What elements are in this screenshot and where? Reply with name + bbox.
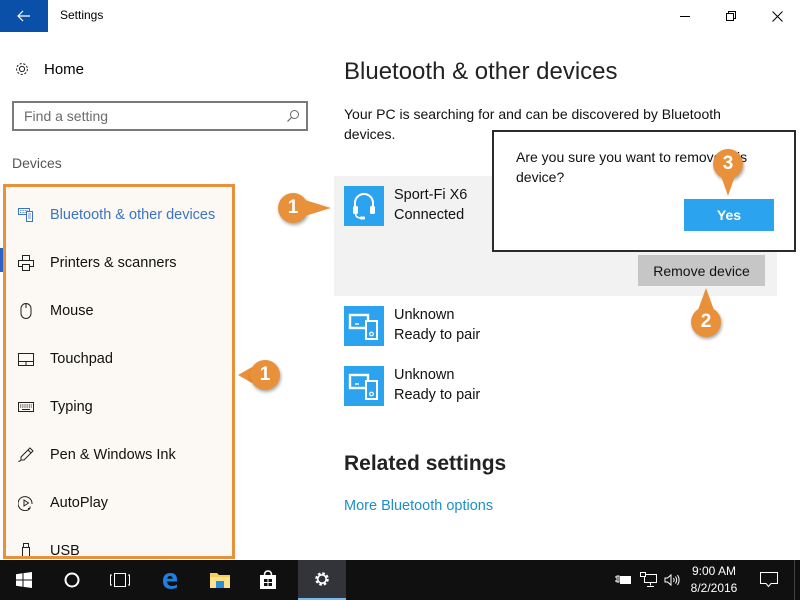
gear-icon	[16, 63, 28, 75]
minimize-button[interactable]	[662, 0, 708, 32]
sidebar-item-mouse[interactable]: Mouse	[6, 287, 232, 335]
bluetooth-devices-icon	[17, 206, 35, 224]
mouse-icon	[17, 302, 35, 320]
window-title: Settings	[60, 8, 104, 22]
store-icon	[260, 570, 276, 589]
sidebar-item-label: Printers & scanners	[50, 255, 177, 271]
device-name: Sport-Fi X6	[394, 187, 468, 203]
sidebar-item-printers[interactable]: Printers & scanners	[6, 239, 232, 287]
device-status: Ready to pair	[394, 327, 481, 343]
notification-icon	[760, 572, 778, 588]
store-button[interactable]	[244, 560, 292, 600]
sidebar-item-label: AutoPlay	[50, 495, 109, 511]
close-button[interactable]	[754, 0, 800, 32]
sidebar-item-autoplay[interactable]: AutoPlay	[6, 479, 232, 527]
device-name: Unknown	[394, 367, 455, 383]
back-button[interactable]	[0, 0, 48, 32]
sidebar-item-label: Typing	[50, 399, 93, 415]
battery-icon[interactable]	[614, 572, 632, 588]
step-callout-3: 3	[713, 149, 743, 179]
sidebar-item-label: Bluetooth & other devices	[50, 207, 216, 223]
headset-icon	[344, 186, 384, 226]
volume-icon[interactable]	[664, 572, 682, 588]
folder-icon	[210, 573, 230, 588]
step-callout-2: 2	[691, 307, 721, 337]
title-bar: Settings	[0, 0, 800, 32]
sidebar-item-pen[interactable]: Pen & Windows Ink	[6, 431, 232, 479]
close-icon	[771, 10, 783, 22]
sidebar-item-touchpad[interactable]: Touchpad	[6, 335, 232, 383]
callout-pointer	[305, 200, 331, 216]
restore-button[interactable]	[708, 0, 754, 32]
section-label: Devices	[12, 155, 62, 171]
device-name: Unknown	[394, 307, 455, 323]
yes-button[interactable]: Yes	[684, 199, 774, 231]
windows-logo-icon	[16, 572, 32, 588]
sidebar-nav: Bluetooth & other devices Printers & sca…	[3, 184, 235, 559]
device-item[interactable]: Sport-Fi X6 Connected	[344, 186, 467, 226]
autoplay-icon	[17, 494, 35, 512]
device-item[interactable]: Unknown Ready to pair	[344, 306, 480, 346]
device-item[interactable]: Unknown Ready to pair	[344, 366, 480, 406]
settings-taskbar-button[interactable]	[298, 560, 346, 600]
sidebar-item-typing[interactable]: Typing	[6, 383, 232, 431]
file-explorer-button[interactable]	[196, 560, 244, 600]
search-input[interactable]	[24, 107, 274, 125]
more-bluetooth-options-link[interactable]: More Bluetooth options	[344, 498, 493, 514]
sidebar-item-label: Pen & Windows Ink	[50, 447, 176, 463]
taskbar: 9:00 AM 8/2/2016	[0, 560, 800, 600]
back-arrow-icon	[17, 10, 30, 22]
task-view-button[interactable]	[96, 560, 144, 600]
taskbar-clock[interactable]: 9:00 AM 8/2/2016	[686, 563, 742, 597]
restore-icon	[726, 11, 736, 21]
edge-button[interactable]	[146, 560, 194, 600]
start-button[interactable]	[0, 560, 48, 600]
dialog-message: Are you sure you want to remove this dev…	[516, 149, 748, 185]
device-status: Connected	[394, 207, 465, 223]
gear-icon	[315, 572, 329, 586]
edge-icon	[163, 573, 177, 589]
network-icon[interactable]	[640, 572, 658, 588]
page-title: Bluetooth & other devices	[344, 58, 618, 85]
confirm-remove-dialog: Are you sure you want to remove this dev…	[492, 130, 796, 252]
remove-device-button[interactable]: Remove device	[638, 255, 765, 286]
step-callout-1-device: 1	[278, 193, 308, 223]
task-view-icon	[110, 573, 130, 587]
cortana-button[interactable]	[48, 560, 96, 600]
devices-icon	[344, 366, 384, 406]
minimize-icon	[680, 16, 690, 17]
sidebar-item-label: Touchpad	[50, 351, 113, 367]
touchpad-icon	[17, 350, 35, 368]
keyboard-icon	[17, 398, 35, 416]
sidebar-item-bluetooth[interactable]: Bluetooth & other devices	[6, 191, 232, 239]
search-icon[interactable]	[286, 109, 300, 123]
home-label: Home	[44, 60, 85, 78]
sidebar-item-label: USB	[50, 543, 80, 559]
callout-pointer	[721, 176, 735, 196]
clock-time: 9:00 AM	[691, 564, 737, 578]
sidebar-item-label: Mouse	[50, 303, 94, 319]
devices-icon	[344, 306, 384, 346]
cortana-circle-icon	[64, 572, 80, 588]
related-settings-title: Related settings	[344, 452, 507, 475]
search-box	[12, 101, 308, 131]
action-center-button[interactable]	[750, 560, 788, 600]
settings-window: Settings Home Devices Bluetooth & other …	[0, 0, 800, 600]
device-status: Ready to pair	[394, 387, 481, 403]
pen-icon	[17, 446, 35, 464]
sidebar-item-usb[interactable]: USB	[6, 527, 232, 559]
usb-icon	[17, 542, 35, 556]
show-desktop-button[interactable]	[794, 560, 800, 600]
home-nav[interactable]: Home	[14, 58, 84, 80]
printer-icon	[17, 254, 35, 272]
step-callout-1-sidebar: 1	[250, 360, 280, 390]
clock-date: 8/2/2016	[690, 581, 738, 595]
